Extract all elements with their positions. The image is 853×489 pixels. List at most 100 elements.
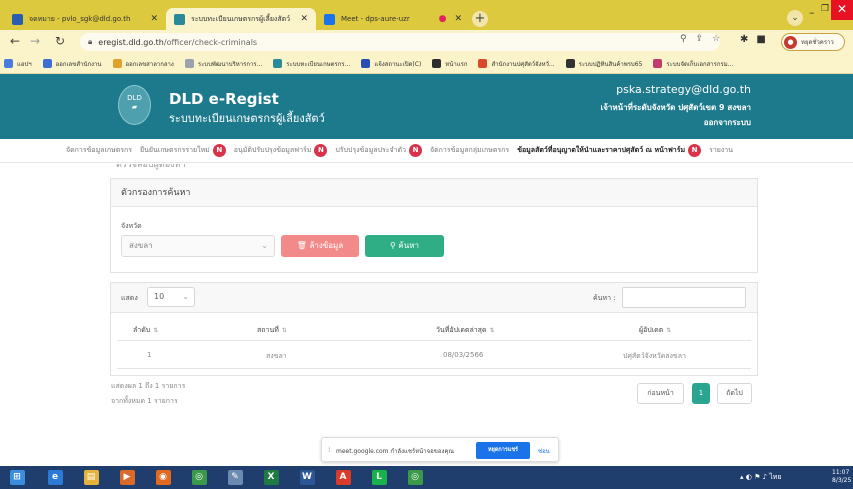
tab-search-icon[interactable]: ⌄ — [787, 10, 803, 26]
bookmark-item[interactable]: ระบบจัดเก็บเอกสารกรม... — [653, 59, 733, 69]
pagination-current[interactable]: 1 — [692, 383, 710, 404]
bookmark-favicon-icon — [432, 59, 442, 68]
search-icon: ⚲ — [390, 241, 396, 250]
column-header-location[interactable]: สถานที่ ⇅ — [257, 325, 287, 336]
hide-link[interactable]: ซ่อน — [538, 446, 550, 456]
url-bar[interactable]: 🔒︎ eregist.dld.go.th/officer/check-crimi… — [80, 33, 720, 51]
window-close-icon[interactable]: ✕ — [831, 0, 853, 20]
restore-icon[interactable]: ❐ — [821, 4, 829, 14]
word-icon: W — [299, 470, 315, 485]
share-message: meet.google.com กำลังแชร์หน้าจอของคุณ — [336, 448, 454, 455]
header-label: ลำดับ — [133, 326, 151, 334]
taskbar-app-explorer[interactable]: ▤ — [74, 466, 108, 489]
nav-item[interactable]: จัดการข้อมูลกลุ่มเกษตรกร — [430, 145, 509, 156]
sort-icon: ⇅ — [489, 327, 495, 334]
zoom-icon[interactable]: ⚲ — [680, 34, 696, 44]
forward-icon[interactable]: → — [30, 34, 40, 48]
url-path: /officer/check-criminals — [163, 37, 258, 47]
column-header-order[interactable]: ลำดับ ⇅ — [133, 325, 158, 336]
minimize-icon[interactable]: – — [809, 6, 815, 19]
bookmark-star-icon[interactable]: ☆ — [712, 34, 729, 44]
avatar: ● — [784, 35, 797, 49]
table-info-range: แสดงผล 1 ถึง 1 รายการ — [111, 382, 186, 390]
nav-item[interactable]: อนุมัติปรับปรุงข้อมูลฟาร์ม N — [234, 144, 328, 157]
taskbar-app-media[interactable]: ▶ — [110, 466, 144, 489]
bookmark-label: ระบบพัฒนาบริหารการ... — [197, 60, 263, 68]
side-panel-icon[interactable]: ■ — [756, 34, 773, 45]
pagination-next[interactable]: ถัดไป — [717, 383, 752, 404]
search-button[interactable]: ⚲ ค้นหา — [365, 235, 444, 257]
column-header-updater[interactable]: ผู้อัปเดต ⇅ — [639, 325, 671, 336]
bookmark-label: ระบบจัดเก็บเอกสารกรม... — [666, 60, 734, 68]
main-nav: จัดการข้อมูลเกษตรกร ยืนยันเกษตรกรรายใหม่ N… — [0, 139, 853, 163]
logout-link[interactable]: ออกจากระบบ — [704, 116, 751, 129]
tool-icon: ✎ — [227, 470, 243, 485]
tab-meet[interactable]: Meet - dps-aure-uzr ● ✕ — [316, 8, 470, 30]
site-title: DLD e-Regist — [169, 90, 279, 108]
stop-sharing-button[interactable]: หยุดการแชร์ — [476, 442, 530, 459]
tab-label: Meet - dps-aure-uzr — [341, 15, 410, 23]
taskbar-app-firefox[interactable]: ◉ — [146, 466, 180, 489]
table-search-input[interactable] — [622, 287, 746, 308]
bookmark-item[interactable]: แอปฯ — [4, 59, 32, 69]
toolbar-icons: ✱■ — [740, 34, 774, 45]
clear-button[interactable]: 🗑︎ ล้างข้อมูล — [281, 235, 359, 257]
province-select[interactable]: สงขลา ⌄ — [121, 235, 275, 257]
bookmark-favicon-icon — [361, 59, 371, 68]
nav-item[interactable]: ปรับปรุงข้อมูลประจำตัว N — [335, 144, 423, 157]
taskbar-app-chrome[interactable]: ◎ — [182, 466, 216, 489]
close-icon[interactable]: ✕ — [294, 14, 308, 24]
taskbar-app-chrome2[interactable]: ◎ — [398, 466, 432, 489]
taskbar-app-tool[interactable]: ✎ — [218, 466, 252, 489]
windows-taskbar: ⊞ ▴ ◐ ⚑ ♪ ไทย 11:07 8/3/25 e ▤ ▶ ◉ ◎ ✎ X W A L ◎ — [0, 466, 853, 489]
share-icon[interactable]: ⇪ — [696, 34, 713, 44]
pagination-prev[interactable]: ก่อนหน้า — [637, 383, 684, 404]
page-size-value: 10 — [154, 292, 165, 301]
bookmark-item[interactable]: สำนักงานปศุสัตว์จังหวั... — [478, 59, 555, 69]
extensions-icon[interactable]: ✱ — [740, 34, 756, 45]
clear-button-label: ล้างข้อมูล — [309, 241, 344, 250]
reload-icon[interactable]: ↻ — [55, 34, 65, 48]
taskbar-app-acrobat[interactable]: A — [326, 466, 360, 489]
eregist-icon — [174, 13, 185, 25]
back-icon[interactable]: ← — [10, 34, 20, 48]
bookmark-item[interactable]: ระบบปฏิทินสินค้าพรบ65 — [565, 59, 642, 69]
nav-item[interactable]: ข้อมูลสัตว์ที่อนุญาตให้นำและราคาปศุสัตว์… — [517, 144, 702, 157]
user-role: เจ้าหน้าที่ระดับจังหวัด ปศุสัตว์เขต 9 สง… — [600, 103, 751, 112]
taskbar-app-line[interactable]: L — [362, 466, 396, 489]
start-button[interactable]: ⊞ — [0, 466, 34, 489]
windows-icon: ⊞ — [9, 470, 25, 485]
chevron-down-icon: ⌄ — [182, 292, 189, 301]
nav-item[interactable]: จัดการข้อมูลเกษตรกร — [66, 145, 132, 156]
nav-item-label: ข้อมูลสัตว์ที่อนุญาตให้นำและราคาปศุสัตว์… — [517, 146, 686, 154]
page-size-select[interactable]: 10 ⌄ — [147, 287, 195, 307]
taskbar-app-ie[interactable]: e — [38, 466, 72, 489]
close-icon[interactable]: ✕ — [144, 14, 158, 24]
bookmark-item[interactable]: ระบบพัฒนาบริหารการ... — [184, 59, 263, 69]
drag-handle-icon[interactable]: ⁞ — [328, 445, 331, 454]
bookmark-item[interactable]: หน้าแรก — [432, 59, 467, 69]
new-tab-button[interactable]: + — [472, 11, 488, 27]
taskbar-app-excel[interactable]: X — [254, 466, 288, 489]
bookmark-item[interactable]: ระบบทะเบียนเกษตรกร... — [273, 59, 350, 69]
column-header-updated[interactable]: วันที่อัปเดตล่าสุด ⇅ — [436, 325, 495, 336]
firefox-icon: ◉ — [155, 470, 171, 485]
nav-item[interactable]: รายงาน — [709, 145, 733, 156]
table-search-label: ค้นหา : — [593, 294, 616, 302]
tab-eregist[interactable]: ระบบทะเบียนเกษตรกรผู้เลี้ยงสัตว์ ✕ — [166, 8, 316, 30]
taskbar-app-word[interactable]: W — [290, 466, 324, 489]
tab-gmail[interactable]: จดหมาย - pvlo_sgk@dld.go.th ✕ — [4, 8, 166, 30]
clock[interactable]: 11:07 8/3/25 — [832, 469, 851, 485]
bookmark-item[interactable]: ออกเลขสาลากลาง — [112, 59, 174, 69]
header-label: วันที่อัปเดตล่าสุด — [436, 326, 487, 334]
bookmark-item[interactable]: ออกเลขสำนักงาน — [42, 59, 102, 69]
nav-item-label: อนุมัติปรับปรุงข้อมูลฟาร์ม — [233, 146, 312, 154]
explorer-icon: ▤ — [83, 470, 99, 485]
input-language[interactable]: ไทย — [769, 473, 781, 481]
address-bar-row: ← → ↻ 🔒︎ eregist.dld.go.th/officer/check… — [0, 30, 853, 54]
bookmark-item[interactable]: แจ้งสถานะเปิด(C) — [361, 59, 421, 69]
table-info-total: จากทั้งหมด 1 รายการ — [111, 397, 178, 405]
profile-button[interactable]: ● หยุดชั่วคราว — [781, 33, 845, 51]
close-icon[interactable]: ✕ — [448, 14, 462, 24]
nav-item[interactable]: ยืนยันเกษตรกรรายใหม่ N — [140, 144, 226, 157]
